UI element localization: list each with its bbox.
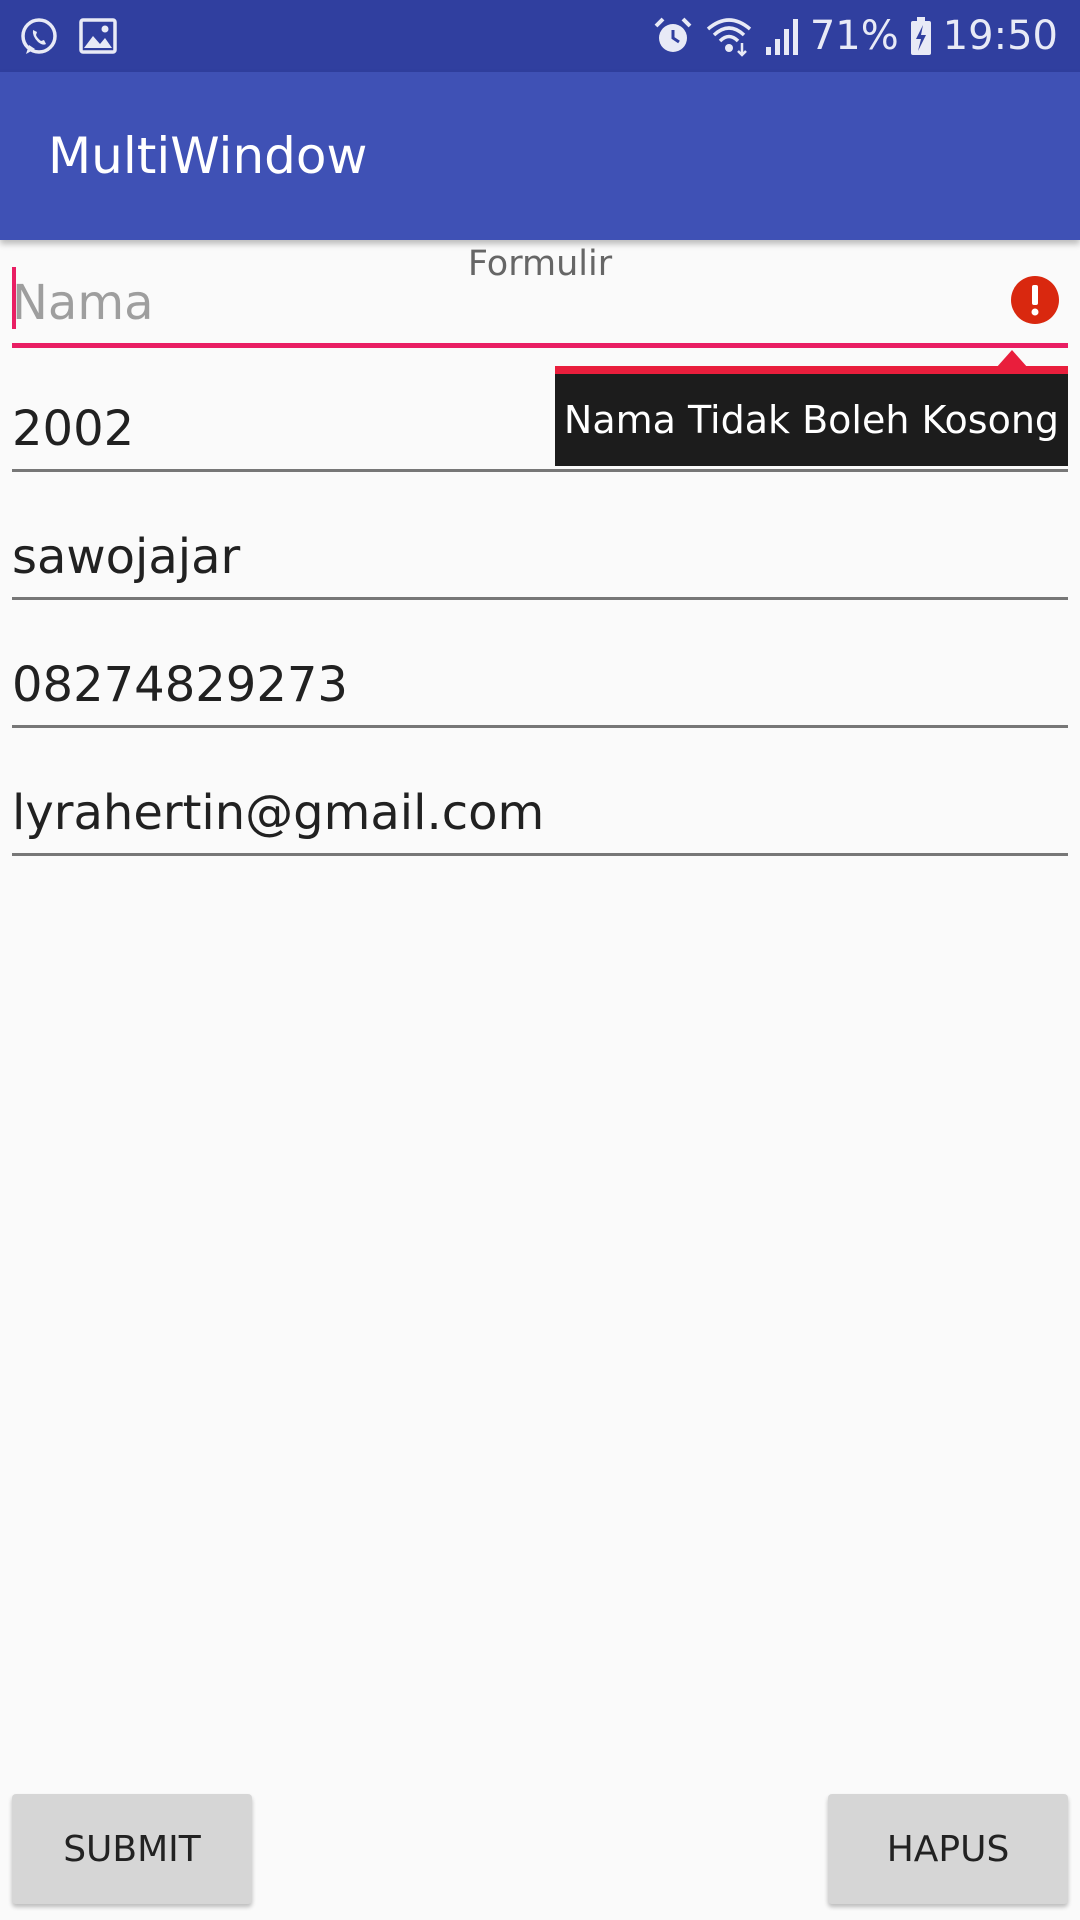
phone-value: 08274829273 (12, 657, 348, 713)
address-field[interactable]: sawojajar (12, 510, 1068, 600)
status-left-icons (18, 16, 118, 58)
signal-icon (764, 15, 800, 57)
email-field[interactable]: lyrahertin@gmail.com (12, 766, 1068, 856)
submit-button[interactable]: SUBMIT (12, 1794, 252, 1904)
battery-percentage: 71% (809, 13, 899, 59)
alarm-icon (652, 15, 694, 57)
name-placeholder: Nama (12, 275, 154, 331)
text-cursor (12, 267, 16, 329)
status-bar: 71% 19:50 (0, 0, 1080, 72)
year-field[interactable]: 2002 (12, 382, 1068, 472)
status-right: 71% 19:50 (652, 0, 1058, 72)
clock-time: 19:50 (942, 13, 1058, 59)
app-bar: MultiWindow (0, 72, 1080, 240)
email-value: lyrahertin@gmail.com (12, 785, 545, 841)
whatsapp-icon (18, 16, 60, 58)
app-title: MultiWindow (48, 127, 368, 185)
wifi-icon (704, 15, 754, 57)
image-icon (78, 16, 118, 58)
name-field[interactable]: Nama (12, 258, 1068, 348)
error-icon[interactable] (1010, 275, 1060, 325)
battery-charging-icon (909, 15, 933, 57)
phone-field[interactable]: 08274829273 (12, 638, 1068, 728)
address-value: sawojajar (12, 529, 241, 585)
year-value: 2002 (12, 401, 135, 457)
clear-button[interactable]: HAPUS (828, 1794, 1068, 1904)
